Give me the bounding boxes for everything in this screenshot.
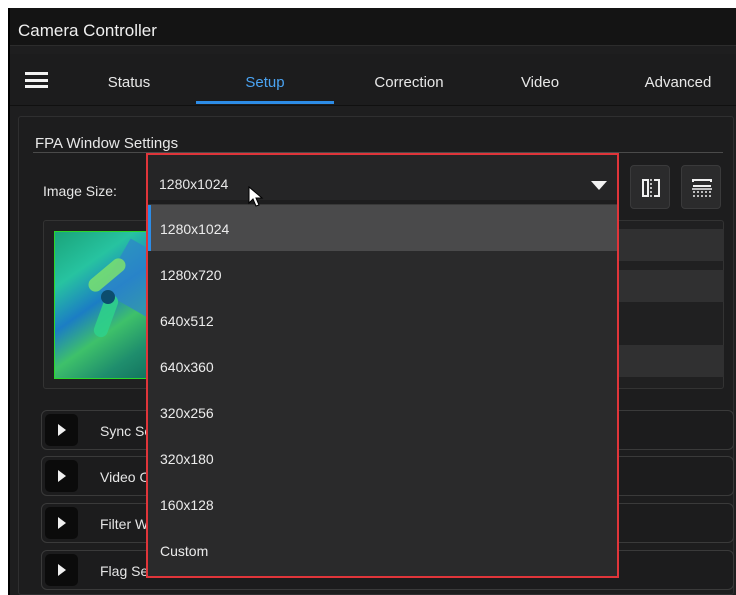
expand-button[interactable] xyxy=(45,414,78,446)
tab-status[interactable]: Status xyxy=(104,74,154,91)
tab-setup[interactable]: Setup xyxy=(238,74,292,91)
tab-correction[interactable]: Correction xyxy=(364,74,454,91)
option-320x180[interactable]: 320x180 xyxy=(148,435,617,481)
image-size-current-value: 1280x1024 xyxy=(159,176,229,192)
active-tab-indicator xyxy=(196,101,334,104)
app-title: Camera Controller xyxy=(18,21,157,40)
expand-arrow-icon xyxy=(58,470,66,482)
fpa-section-title: FPA Window Settings xyxy=(35,135,179,152)
nav-bar: Status Setup Correction Video Advanced xyxy=(8,54,736,106)
option-custom[interactable]: Custom xyxy=(148,527,617,573)
expand-button[interactable] xyxy=(45,460,78,492)
dropdown-caret-icon[interactable] xyxy=(591,181,607,190)
image-size-select[interactable]: 1280x1024 xyxy=(148,155,617,200)
hamburger-menu-icon[interactable] xyxy=(25,72,48,88)
flip-horizontal-icon xyxy=(642,179,660,197)
mouse-pointer-icon xyxy=(248,186,264,207)
expand-arrow-icon xyxy=(58,424,66,436)
flip-vertical-button[interactable] xyxy=(681,165,721,209)
tab-advanced[interactable]: Advanced xyxy=(640,74,716,91)
tab-video[interactable]: Video xyxy=(516,74,564,91)
option-640x360[interactable]: 640x360 xyxy=(148,343,617,389)
image-size-label: Image Size: xyxy=(43,183,117,199)
flip-vertical-icon xyxy=(692,179,712,197)
flip-horizontal-button[interactable] xyxy=(630,165,670,209)
window-left-edge xyxy=(8,8,10,595)
image-size-dropdown[interactable]: 1280x1024 1280x1024 1280x720 640x512 640… xyxy=(146,153,619,578)
option-1280x720[interactable]: 1280x720 xyxy=(148,251,617,297)
expand-arrow-icon xyxy=(58,517,66,529)
option-160x128[interactable]: 160x128 xyxy=(148,481,617,527)
option-320x256[interactable]: 320x256 xyxy=(148,389,617,435)
expand-button[interactable] xyxy=(45,507,78,539)
title-bar: Camera Controller xyxy=(8,8,736,46)
expand-button[interactable] xyxy=(45,554,78,586)
option-640x512[interactable]: 640x512 xyxy=(148,297,617,343)
expand-arrow-icon xyxy=(58,564,66,576)
option-1280x1024[interactable]: 1280x1024 xyxy=(148,205,617,251)
image-size-options-list: 1280x1024 1280x720 640x512 640x360 320x2… xyxy=(148,204,617,576)
